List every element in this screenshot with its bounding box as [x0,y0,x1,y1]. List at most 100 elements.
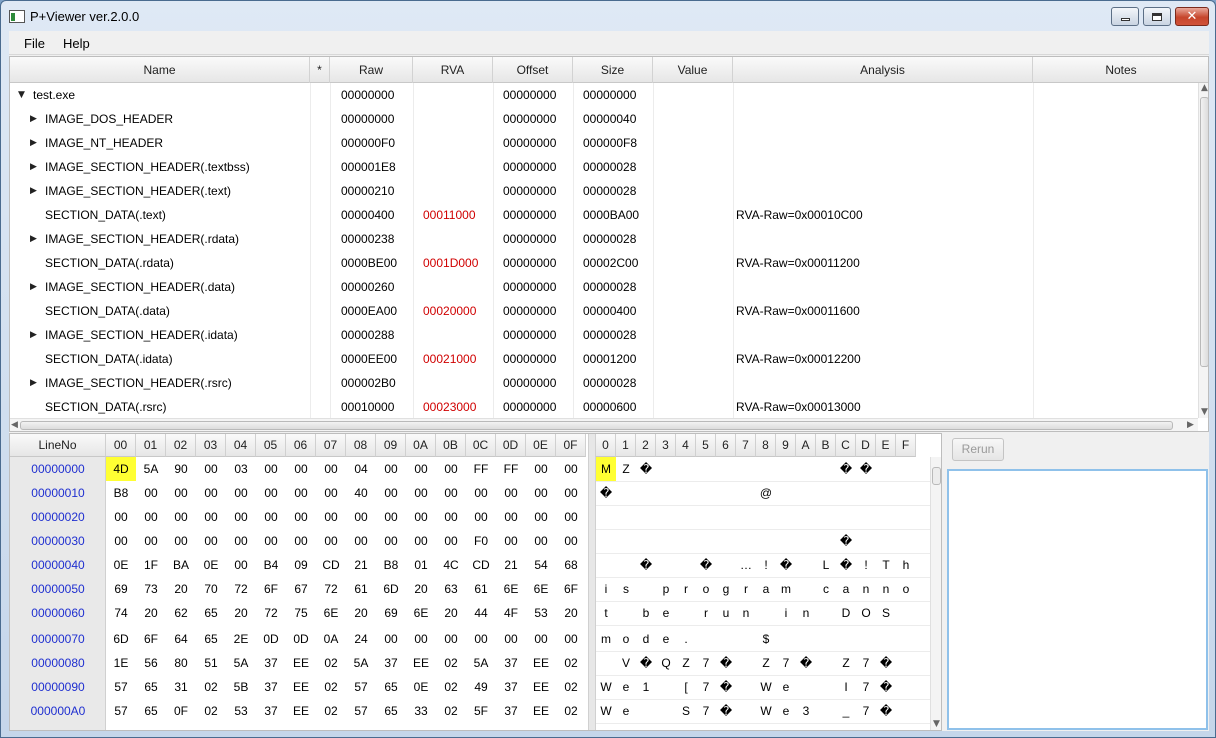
ascii-char[interactable] [876,505,896,529]
hex-byte[interactable]: 00 [196,505,226,529]
hex-byte[interactable]: 00 [406,457,436,481]
line-address[interactable]: 00000000 [10,457,106,481]
ascii-char[interactable]: 7 [856,675,876,699]
ascii-char[interactable] [836,627,856,651]
hex-byte[interactable]: 70 [196,577,226,601]
ascii-char[interactable] [656,529,676,553]
hex-byte[interactable]: 74 [106,601,136,625]
ascii-char[interactable]: . [676,627,696,651]
hex-byte[interactable]: 37 [496,699,526,723]
hex-byte[interactable]: 0A [316,627,346,651]
hex-byte[interactable]: 00 [226,481,256,505]
hex-byte[interactable]: 33 [406,699,436,723]
ascii-char[interactable]: e [616,675,636,699]
hex-byte[interactable]: 73 [136,577,166,601]
column-header-value[interactable]: Value [653,57,733,83]
minimize-button[interactable] [1111,7,1139,26]
ascii-char[interactable]: W [596,699,616,723]
hex-byte[interactable]: 00 [346,505,376,529]
hex-byte[interactable]: 00 [286,481,316,505]
ascii-char[interactable] [896,699,916,723]
ascii-char[interactable]: n [876,577,896,601]
ascii-char[interactable]: � [716,675,736,699]
ascii-char[interactable]: h [896,553,916,577]
ascii-char[interactable] [596,553,616,577]
ascii-char[interactable]: o [696,577,716,601]
ascii-char[interactable]: Q [656,651,676,675]
collapsed-arrow-icon[interactable]: ▶ [30,227,40,251]
ascii-char[interactable]: � [836,457,856,481]
hex-byte[interactable]: 5A [136,457,166,481]
hex-byte[interactable]: 5A [466,651,496,675]
title-bar[interactable]: P+Viewer ver.2.0.0 ✕ [1,1,1215,31]
hex-byte[interactable]: F0 [466,529,496,553]
ascii-char[interactable]: Z [756,651,776,675]
hex-byte[interactable]: 0E [106,553,136,577]
hex-byte[interactable]: 53 [526,601,556,625]
ascii-char[interactable] [636,505,656,529]
hex-byte[interactable]: 00 [136,481,166,505]
hex-byte[interactable]: 61 [346,577,376,601]
ascii-char[interactable]: r [696,601,716,625]
ascii-char[interactable] [676,457,696,481]
hex-byte[interactable]: 00 [226,505,256,529]
hex-byte[interactable]: 02 [556,651,586,675]
hex-byte[interactable]: 57 [346,699,376,723]
ascii-char[interactable] [736,627,756,651]
scroll-left-icon[interactable]: ◀ [11,420,18,430]
hex-byte[interactable]: 00 [346,529,376,553]
ascii-char[interactable] [756,601,776,625]
hex-byte[interactable]: 6E [406,601,436,625]
ascii-char[interactable]: e [656,601,676,625]
hex-byte[interactable]: 00 [526,627,556,651]
ascii-char[interactable] [796,505,816,529]
hex-byte[interactable]: 37 [376,651,406,675]
ascii-char[interactable]: � [836,529,856,553]
ascii-char[interactable] [676,553,696,577]
hex-byte[interactable]: 20 [346,601,376,625]
hex-byte[interactable]: 6D [106,627,136,651]
ascii-char[interactable]: 7 [696,699,716,723]
menu-file[interactable]: File [24,36,45,51]
hex-byte[interactable]: 02 [556,699,586,723]
hex-byte[interactable]: 00 [466,505,496,529]
hex-byte[interactable]: B4 [256,553,286,577]
hex-byte[interactable]: 00 [256,457,286,481]
ascii-char[interactable] [736,457,756,481]
hex-byte[interactable]: 51 [196,651,226,675]
hex-byte[interactable]: 69 [376,601,406,625]
hex-byte[interactable]: 00 [406,627,436,651]
tree-row[interactable]: SECTION_DATA(.rsrc) 00010000 00023000 00000… [10,395,1198,418]
hex-byte[interactable]: 0D [286,627,316,651]
hex-byte[interactable]: 00 [406,529,436,553]
hex-byte[interactable]: 6F [556,577,586,601]
ascii-char[interactable]: I [836,675,856,699]
ascii-char[interactable]: i [596,577,616,601]
hex-byte[interactable]: 21 [346,553,376,577]
ascii-char[interactable] [636,481,656,505]
maximize-button[interactable] [1143,7,1171,26]
tree-row[interactable]: ▶ IMAGE_SECTION_HEADER(.data) 00000260 0000… [10,275,1198,299]
collapsed-arrow-icon[interactable]: ▶ [30,275,40,299]
hex-byte[interactable]: 20 [436,601,466,625]
ascii-char[interactable]: d [636,627,656,651]
hex-byte[interactable]: FF [496,457,526,481]
ascii-char[interactable]: b [636,601,656,625]
hex-byte[interactable]: 57 [346,675,376,699]
ascii-char[interactable] [816,627,836,651]
ascii-char[interactable] [896,601,916,625]
ascii-char[interactable]: 7 [696,651,716,675]
column-header-analysis[interactable]: Analysis [733,57,1033,83]
ascii-char[interactable] [856,481,876,505]
ascii-char[interactable] [896,651,916,675]
hex-byte[interactable]: 37 [256,651,286,675]
hex-byte[interactable]: 02 [316,675,346,699]
ascii-char[interactable] [616,481,636,505]
ascii-char[interactable]: W [596,675,616,699]
ascii-char[interactable] [616,505,636,529]
hex-byte[interactable]: EE [406,651,436,675]
hex-byte[interactable]: 00 [286,529,316,553]
hex-byte[interactable]: 02 [436,699,466,723]
hex-byte[interactable]: 0E [406,675,436,699]
hex-byte[interactable]: 6E [526,577,556,601]
